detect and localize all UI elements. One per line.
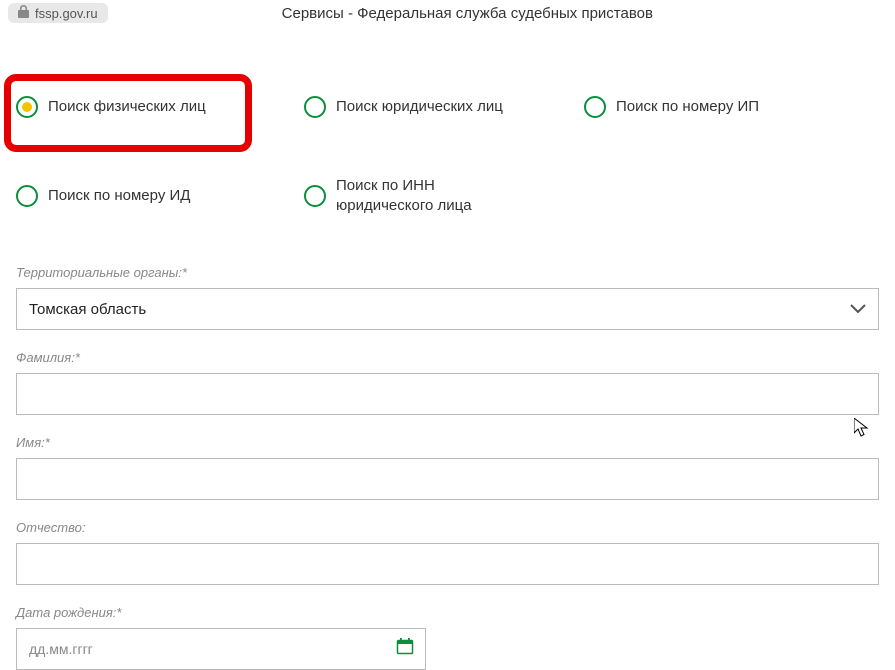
search-form: Территориальные органы:* Томская область… [0, 265, 895, 670]
address-bar: fssp.gov.ru Сервисы - Федеральная служба… [0, 0, 895, 26]
search-type-radios: Поиск физических лиц Поиск юридических л… [0, 26, 895, 265]
lastname-input[interactable] [16, 373, 879, 415]
radio-legal-entities[interactable]: Поиск юридических лиц [304, 96, 524, 118]
radio-icon [304, 96, 326, 118]
dob-label: Дата рождения:* [16, 605, 879, 620]
lock-icon [18, 5, 29, 21]
radio-label: Поиск по номеру ИП [616, 97, 759, 117]
radio-label: Поиск юридических лиц [336, 97, 503, 117]
radio-icon [16, 96, 38, 118]
chevron-down-icon [850, 301, 866, 317]
firstname-label: Имя:* [16, 435, 879, 450]
radio-by-inn[interactable]: Поиск по ИНН юридического лица [304, 176, 524, 215]
dob-input[interactable] [16, 628, 426, 670]
radio-icon [584, 96, 606, 118]
radio-label: Поиск физических лиц [48, 97, 206, 117]
url-box[interactable]: fssp.gov.ru [8, 3, 108, 23]
region-value: Томская область [29, 301, 146, 318]
lastname-label: Фамилия:* [16, 350, 879, 365]
patronymic-label: Отчество: [16, 520, 879, 535]
url-text: fssp.gov.ru [35, 6, 98, 21]
radio-icon [16, 185, 38, 207]
region-label: Территориальные органы:* [16, 265, 879, 280]
radio-icon [304, 185, 326, 207]
radio-individuals[interactable]: Поиск физических лиц [16, 96, 236, 118]
page-title: Сервисы - Федеральная служба судебных пр… [108, 5, 887, 22]
firstname-input[interactable] [16, 458, 879, 500]
patronymic-input[interactable] [16, 543, 879, 585]
radio-label: Поиск по номеру ИД [48, 186, 190, 206]
calendar-icon[interactable] [396, 638, 414, 661]
radio-label: Поиск по ИНН юридического лица [336, 176, 516, 215]
radio-by-id-number[interactable]: Поиск по номеру ИД [16, 176, 236, 215]
radio-by-ip-number[interactable]: Поиск по номеру ИП [584, 96, 804, 118]
region-select[interactable]: Томская область [16, 288, 879, 330]
